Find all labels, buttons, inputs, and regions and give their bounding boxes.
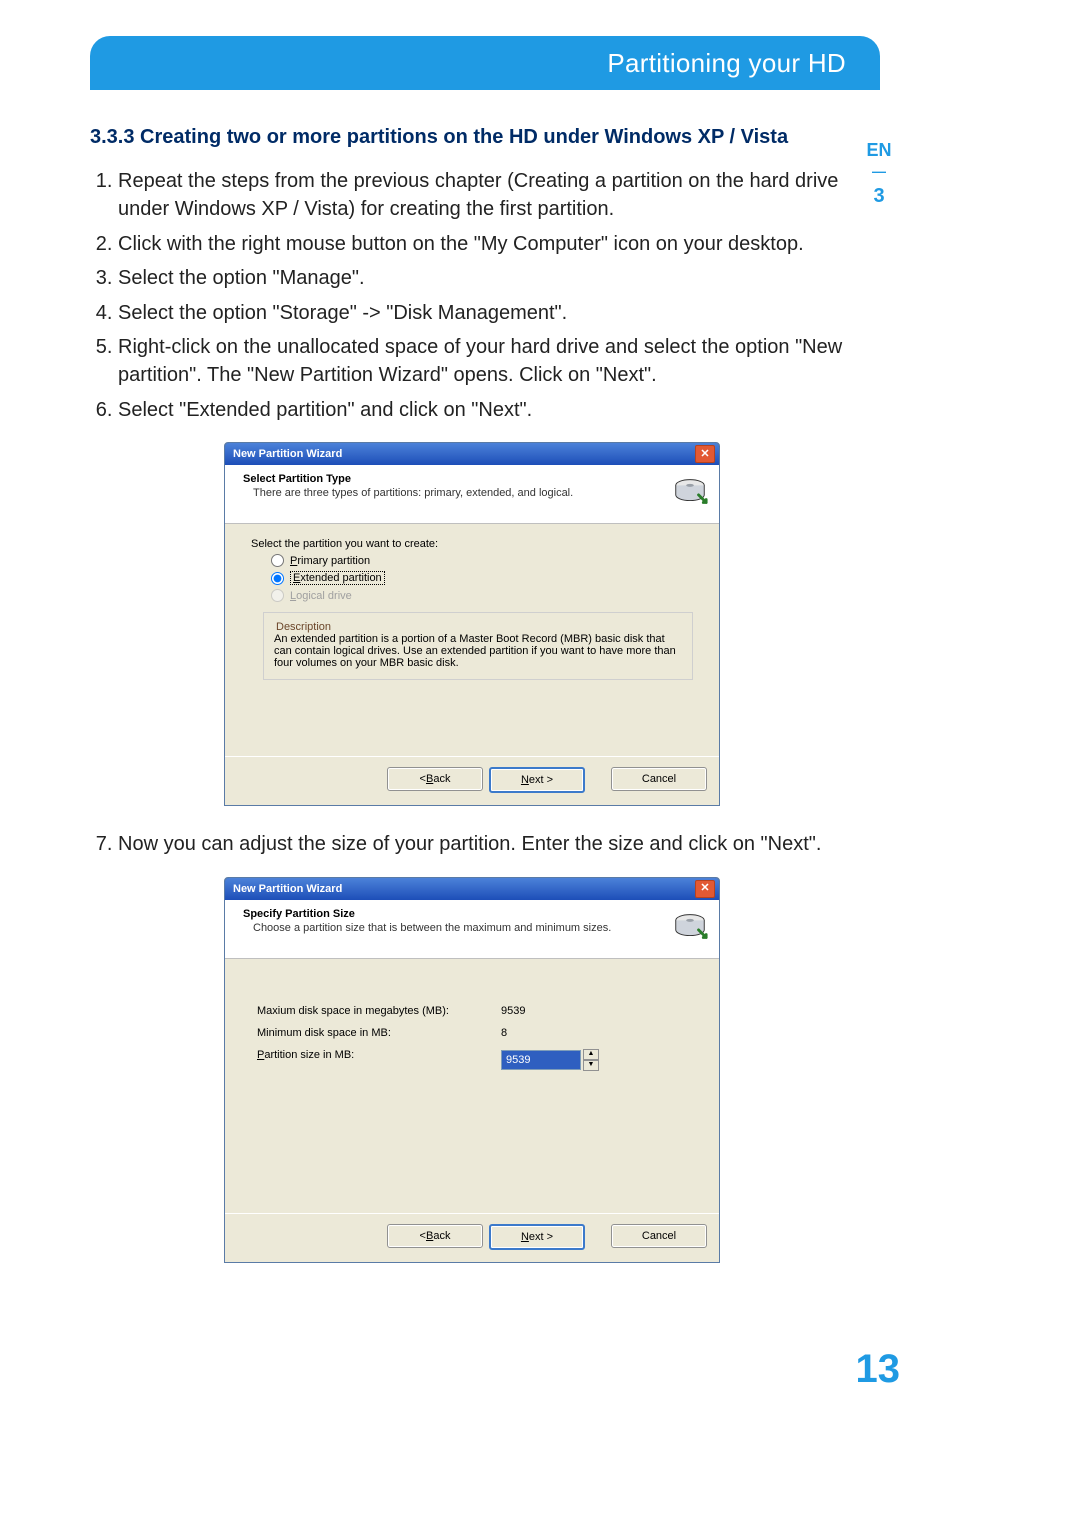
radio-primary-input[interactable] bbox=[271, 554, 284, 567]
wizard1-header-title: Select Partition Type bbox=[243, 473, 661, 485]
section-banner: Partitioning your HD bbox=[90, 36, 880, 90]
wizard1-header: Select Partition Type There are three ty… bbox=[225, 465, 719, 524]
radio-extended-input[interactable] bbox=[271, 572, 284, 585]
thumb-lang: EN bbox=[858, 140, 900, 161]
radio-logical-input bbox=[271, 589, 284, 602]
wizard1-body-lead: Select the partition you want to create: bbox=[251, 538, 693, 550]
thumb-chapter: 3 bbox=[858, 185, 900, 208]
next-button[interactable]: Next > bbox=[489, 767, 585, 793]
page-number: 13 bbox=[856, 1347, 901, 1392]
wizard2-header-sub: Choose a partition size that is between … bbox=[243, 922, 661, 934]
max-space-value: 9539 bbox=[501, 1005, 525, 1017]
min-space-value: 8 bbox=[501, 1027, 507, 1039]
wizard-select-partition-type: New Partition Wizard ✕ Select Partition … bbox=[224, 442, 720, 806]
section-heading: 3.3.3 Creating two or more partitions on… bbox=[90, 126, 854, 149]
radio-primary-partition[interactable]: Primary partition bbox=[271, 554, 693, 567]
description-fieldset: Description An extended partition is a p… bbox=[263, 612, 693, 680]
steps-list-cont: Now you can adjust the size of your part… bbox=[118, 830, 854, 858]
description-text: An extended partition is a portion of a … bbox=[274, 633, 682, 669]
min-space-label: Minimum disk space in MB: bbox=[257, 1027, 487, 1039]
partition-size-label: Partition size in MB: bbox=[257, 1049, 487, 1071]
wizard2-header-title: Specify Partition Size bbox=[243, 908, 661, 920]
wizard2-title: New Partition Wizard bbox=[233, 883, 695, 895]
radio-logical-drive: Logical drive bbox=[271, 589, 693, 602]
step-7: Now you can adjust the size of your part… bbox=[118, 830, 854, 858]
section-title: Partitioning your HD bbox=[607, 48, 846, 79]
cancel-button[interactable]: Cancel bbox=[611, 767, 707, 791]
radio-extended-partition[interactable]: Extended partition bbox=[271, 571, 693, 585]
close-icon[interactable]: ✕ bbox=[695, 880, 715, 898]
next-button[interactable]: Next > bbox=[489, 1224, 585, 1250]
disk-icon bbox=[671, 908, 709, 946]
partition-size-input[interactable] bbox=[501, 1050, 581, 1070]
wizard1-title: New Partition Wizard bbox=[233, 448, 695, 460]
description-legend: Description bbox=[274, 621, 333, 633]
step-6: Select "Extended partition" and click on… bbox=[118, 396, 854, 424]
step-1: Repeat the steps from the previous chapt… bbox=[118, 167, 854, 224]
back-button[interactable]: < Back bbox=[387, 1224, 483, 1248]
close-icon[interactable]: ✕ bbox=[695, 445, 715, 463]
wizard1-header-sub: There are three types of partitions: pri… bbox=[243, 487, 661, 499]
max-space-label: Maxium disk space in megabytes (MB): bbox=[257, 1005, 487, 1017]
thumb-divider: — bbox=[858, 163, 900, 179]
wizard2-titlebar[interactable]: New Partition Wizard ✕ bbox=[225, 878, 719, 900]
step-4: Select the option "Storage" -> "Disk Man… bbox=[118, 299, 854, 327]
cancel-button[interactable]: Cancel bbox=[611, 1224, 707, 1248]
step-2: Click with the right mouse button on the… bbox=[118, 230, 854, 258]
partition-size-spinner[interactable]: ▲ ▼ bbox=[501, 1049, 599, 1071]
spin-down-icon[interactable]: ▼ bbox=[583, 1060, 599, 1071]
spin-up-icon[interactable]: ▲ bbox=[583, 1049, 599, 1060]
thumb-tab: EN — 3 bbox=[858, 140, 900, 208]
step-5: Right-click on the unallocated space of … bbox=[118, 333, 854, 390]
wizard-specify-partition-size: New Partition Wizard ✕ Specify Partition… bbox=[224, 877, 720, 1263]
disk-icon bbox=[671, 473, 709, 511]
wizard1-titlebar[interactable]: New Partition Wizard ✕ bbox=[225, 443, 719, 465]
back-button[interactable]: < Back bbox=[387, 767, 483, 791]
wizard2-header: Specify Partition Size Choose a partitio… bbox=[225, 900, 719, 959]
steps-list: Repeat the steps from the previous chapt… bbox=[118, 167, 854, 424]
step-3: Select the option "Manage". bbox=[118, 264, 854, 292]
